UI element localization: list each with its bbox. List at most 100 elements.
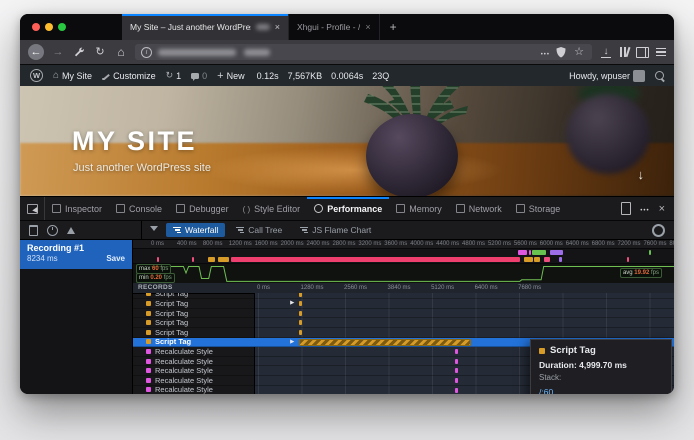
overview-segment — [529, 250, 532, 255]
bookmark-star-icon[interactable] — [572, 45, 586, 59]
expand-arrow-icon[interactable]: ▶ — [290, 300, 294, 306]
devtools-tab-label: Network — [469, 204, 502, 214]
redacted-url — [244, 49, 270, 56]
tab-close-icon[interactable]: × — [365, 22, 370, 32]
record-performance-icon[interactable] — [47, 225, 58, 236]
records-waterfall: RECORDS 0 ms1280 ms2560 ms3840 ms5120 ms… — [133, 283, 674, 394]
save-recording-link[interactable]: Save — [106, 254, 125, 263]
sidebar-toggle-icon[interactable] — [636, 47, 649, 58]
wp-admin-bar: My Site Customize 1 0 + New 0.12s 7,567KB… — [20, 65, 674, 86]
devtools-close-icon[interactable] — [659, 203, 665, 215]
devtools-tab-storage[interactable]: Storage — [509, 197, 568, 220]
tracking-protection-icon[interactable] — [556, 47, 566, 58]
devtools-tab-console[interactable]: Console — [109, 197, 169, 220]
home-button[interactable] — [114, 45, 128, 59]
redacted-text — [256, 24, 270, 30]
expand-arrow-icon[interactable]: ▶ — [290, 339, 294, 345]
wp-stat-value: 7,567KB — [288, 71, 323, 81]
library-icon[interactable] — [620, 47, 629, 57]
recording-list-item[interactable]: Recording #1 8234 ms Save — [20, 240, 132, 269]
site-tagline: Just another WordPress site — [73, 162, 211, 174]
wp-new-menu[interactable]: + New — [217, 70, 244, 82]
style-swatch — [146, 349, 151, 354]
wp-new-label: New — [227, 71, 245, 81]
devtools-tab-debugger[interactable]: Debugger — [169, 197, 236, 220]
downloads-icon[interactable] — [599, 45, 613, 59]
view-waterfall[interactable]: Waterfall — [166, 223, 225, 237]
style-swatch — [146, 378, 151, 383]
record-label: Recalculate Style — [155, 366, 213, 375]
import-recording-icon[interactable] — [67, 223, 75, 234]
devtools-tab-inspector[interactable]: Inspector — [45, 197, 109, 220]
new-tab-button[interactable]: + — [380, 14, 407, 40]
record-name-cell: Script Tag — [133, 309, 254, 318]
search-icon[interactable] — [655, 71, 664, 80]
record-name-cell: Script Tag — [133, 299, 254, 308]
record-row[interactable]: Script Tag — [133, 328, 674, 338]
script-swatch — [146, 339, 151, 344]
menu-icon[interactable] — [656, 48, 666, 57]
wp-howdy-menu[interactable]: Howdy, wpuser — [569, 70, 645, 82]
time-tick: 1280 ms — [301, 285, 324, 291]
reload-button[interactable] — [93, 45, 107, 59]
waterfall-mark — [299, 330, 302, 335]
framerate-track[interactable]: max 60 fps min 0.20 fps avg 19.92 fps — [133, 264, 674, 285]
gear-icon[interactable] — [652, 224, 665, 237]
clear-recordings-icon[interactable] — [29, 225, 38, 236]
time-tick: 4800 ms — [462, 241, 485, 247]
time-tick: 2000 ms — [281, 241, 304, 247]
back-button[interactable] — [28, 44, 44, 60]
devtools-menu-icon[interactable] — [640, 204, 649, 214]
wp-updates-menu[interactable]: 1 — [166, 71, 182, 81]
inspector-icon — [52, 204, 61, 213]
network-icon — [456, 204, 465, 213]
time-tick: 3600 ms — [384, 241, 407, 247]
close-window-button[interactable] — [32, 23, 40, 31]
devtools-tab-performance[interactable]: Performance — [307, 197, 389, 220]
wp-stat-value: 0.12s — [257, 71, 279, 81]
script-swatch — [146, 301, 151, 306]
forward-button[interactable] — [51, 45, 65, 59]
responsive-design-icon[interactable] — [621, 202, 631, 215]
wp-comments-menu[interactable]: 0 — [191, 71, 207, 81]
wp-performance-stats: 0.12s7,567KB0.0064s23Q — [257, 71, 390, 81]
overview-track[interactable] — [133, 249, 674, 264]
time-tick: 2560 ms — [344, 285, 367, 291]
script-swatch — [146, 330, 151, 335]
site-info-icon[interactable] — [141, 47, 152, 58]
record-row[interactable]: Script Tag — [133, 318, 674, 328]
tab-my-site[interactable]: My Site – Just another WordPress s × — [122, 14, 289, 40]
marker-details-panel: Script Tag Duration: 4,999.70 ms Stack: … — [530, 339, 672, 394]
tab-xhgui[interactable]: Xhgui - Profile - / × — [289, 14, 380, 40]
view-label: JS Flame Chart — [312, 225, 371, 235]
wordpress-logo-icon[interactable] — [30, 69, 43, 82]
pick-element-button[interactable] — [20, 197, 45, 220]
filter-icon[interactable] — [150, 226, 158, 235]
record-name-cell: Script Tag — [133, 293, 254, 298]
wp-my-site-menu[interactable]: My Site — [53, 71, 92, 81]
view-label: Waterfall — [185, 225, 218, 235]
record-row[interactable]: Script Tag ▶ — [133, 299, 674, 309]
record-row[interactable]: Script Tag — [133, 309, 674, 319]
wp-customize-menu[interactable]: Customize — [102, 71, 156, 81]
site-title[interactable]: MY SITE — [72, 126, 197, 157]
scroll-down-arrow[interactable]: ↓ — [638, 167, 645, 182]
overview-segment — [524, 257, 533, 262]
record-name-cell: Script Tag — [133, 337, 254, 346]
tab-close-icon[interactable]: × — [275, 22, 280, 32]
devtools-tab-style-editor[interactable]: Style Editor — [236, 197, 308, 220]
address-bar[interactable] — [135, 44, 592, 60]
page-tools-icon[interactable] — [72, 45, 86, 59]
time-tick: 5600 ms — [514, 241, 537, 247]
view-call-tree[interactable]: Call Tree — [229, 223, 289, 237]
zoom-window-button[interactable] — [58, 23, 66, 31]
page-actions-icon[interactable] — [541, 43, 550, 61]
devtools-tab-network[interactable]: Network — [449, 197, 509, 220]
stack-frame-link[interactable]: /:60 — [539, 387, 553, 394]
style-swatch — [146, 359, 151, 364]
view-js-flame-chart[interactable]: JS Flame Chart — [293, 223, 378, 237]
time-tick: 0 ms — [257, 285, 270, 291]
overview-segment — [208, 257, 215, 262]
minimize-window-button[interactable] — [45, 23, 53, 31]
devtools-tab-memory[interactable]: Memory — [389, 197, 449, 220]
